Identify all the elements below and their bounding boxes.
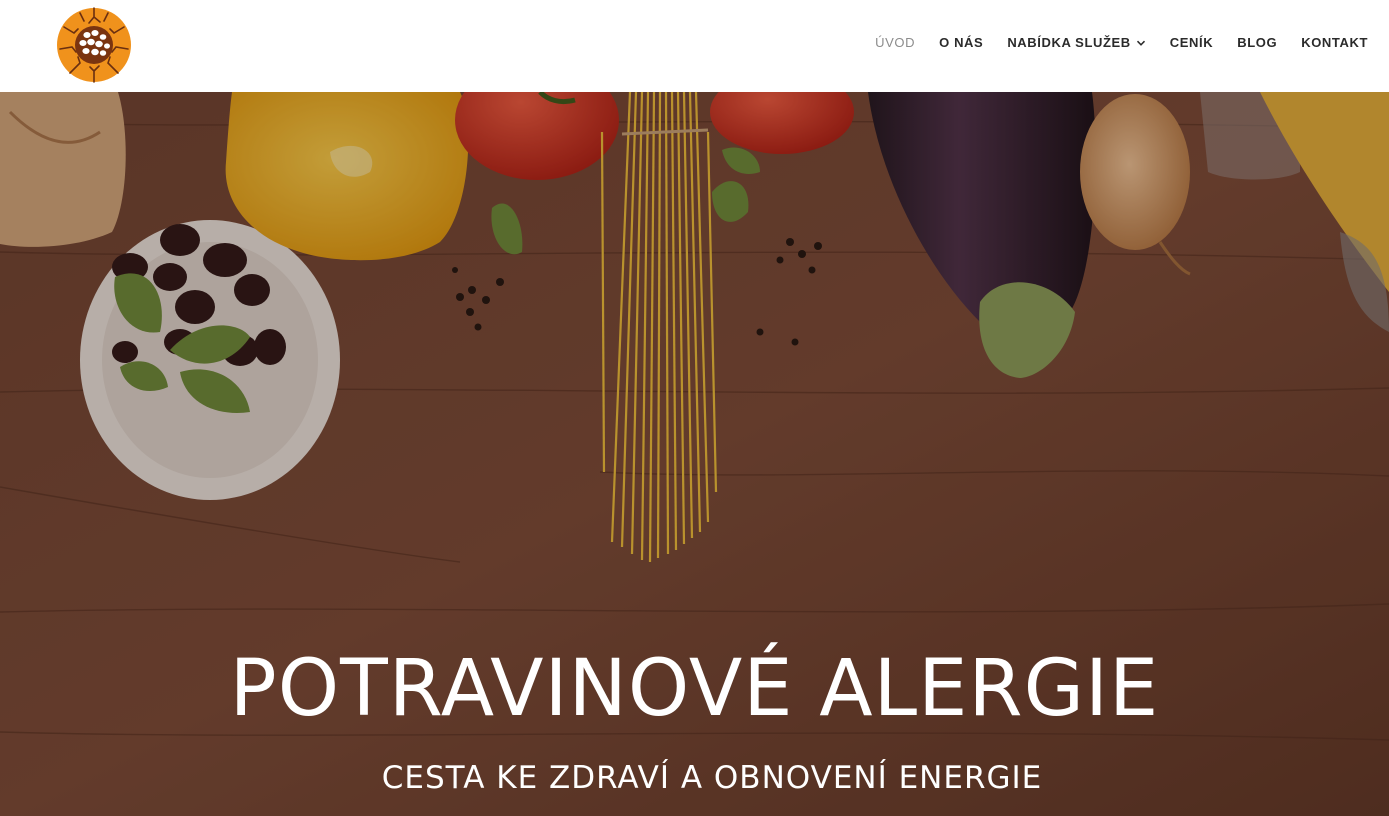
hero-section: POTRAVINOVÉ ALERGIE CESTA KE ZDRAVÍ A OB… <box>0 92 1389 816</box>
nav-item-label: KONTAKT <box>1301 35 1368 50</box>
nav-item-uvod[interactable]: ÚVOD <box>863 33 927 53</box>
circular-orange-logo-icon <box>57 7 131 83</box>
nav-item-label: O NÁS <box>939 35 984 50</box>
nav-item-label: CENÍK <box>1169 35 1214 50</box>
nav-item-label: NABÍDKA SLUŽEB <box>1007 35 1131 50</box>
nav-item-blog[interactable]: BLOG <box>1225 33 1289 53</box>
site-header: ÚVOD O NÁS NABÍDKA SLUŽEB CENÍK BLOG KON… <box>0 0 1389 92</box>
nav-item-label: ÚVOD <box>875 35 916 50</box>
nav-item-kontakt[interactable]: KONTAKT <box>1289 33 1368 53</box>
hero-subtitle: CESTA KE ZDRAVÍ A OBNOVENÍ ENERGIE <box>381 760 1043 796</box>
nav-item-nabidka-sluzeb[interactable]: NABÍDKA SLUŽEB <box>995 33 1157 53</box>
nav-item-label: BLOG <box>1237 35 1278 50</box>
main-navigation: ÚVOD O NÁS NABÍDKA SLUŽEB CENÍK BLOG KON… <box>863 33 1368 53</box>
site-logo[interactable] <box>54 5 134 85</box>
nav-item-o-nas[interactable]: O NÁS <box>927 33 995 53</box>
hero-title: POTRAVINOVÉ ALERGIE <box>229 644 1160 734</box>
chevron-down-icon <box>1136 40 1145 46</box>
nav-item-cenik[interactable]: CENÍK <box>1158 33 1225 53</box>
